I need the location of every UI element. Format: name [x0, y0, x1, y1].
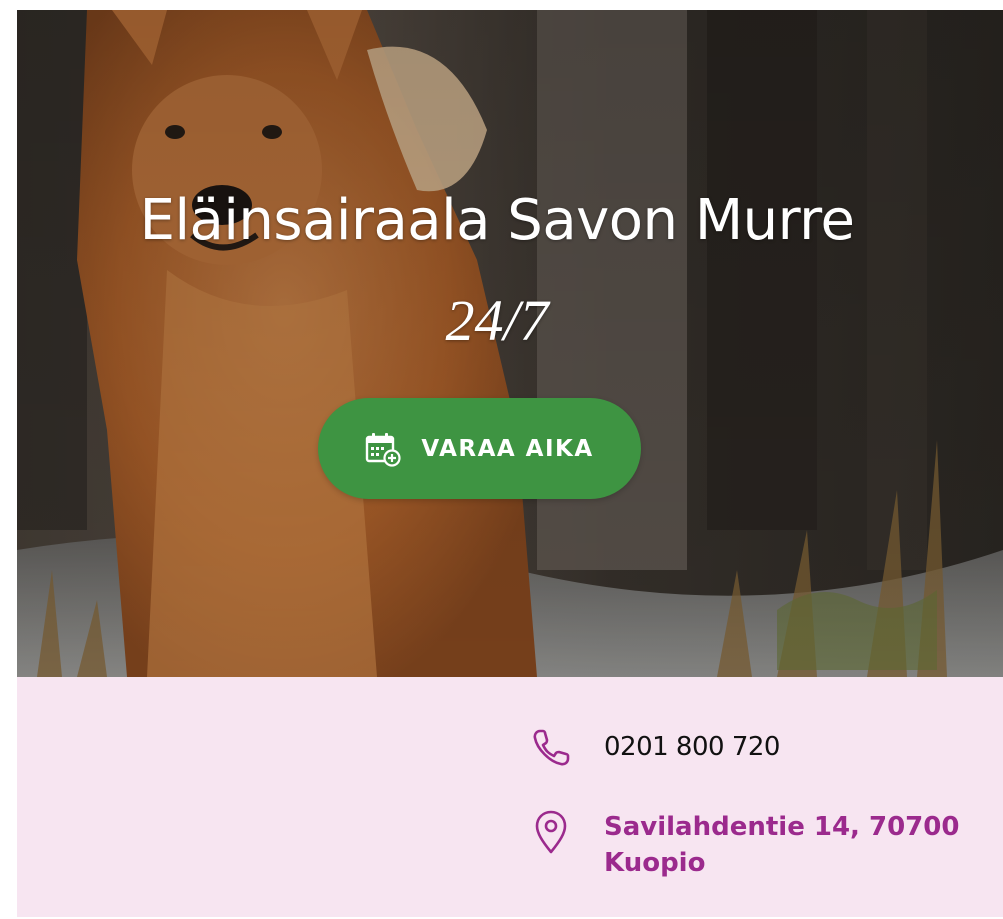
hero-content: Eläinsairaala Savon Murre 24/7 VARAA AIK… — [17, 10, 1003, 677]
address-row: Savilahdentie 14, 70700 Kuopio — [528, 809, 964, 881]
hero-section: Eläinsairaala Savon Murre 24/7 VARAA AIK… — [17, 10, 1003, 677]
phone-row: 0201 800 720 — [528, 725, 780, 771]
address-link[interactable]: Savilahdentie 14, 70700 Kuopio — [604, 809, 964, 881]
phone-number-link[interactable]: 0201 800 720 — [604, 725, 780, 769]
book-appointment-label: VARAA AIKA — [421, 435, 594, 462]
calendar-add-icon — [365, 431, 401, 467]
book-appointment-button[interactable]: VARAA AIKA — [318, 398, 641, 499]
page-title: Eläinsairaala Savon Murre — [139, 188, 855, 253]
page-frame: Eläinsairaala Savon Murre 24/7 VARAA AIK… — [17, 10, 1003, 917]
location-pin-icon — [528, 809, 574, 855]
phone-icon — [528, 725, 574, 771]
contact-section: 0201 800 720 Savilahdentie 14, 70700 Kuo… — [17, 677, 1003, 917]
hero-subtitle: 24/7 — [445, 288, 549, 353]
